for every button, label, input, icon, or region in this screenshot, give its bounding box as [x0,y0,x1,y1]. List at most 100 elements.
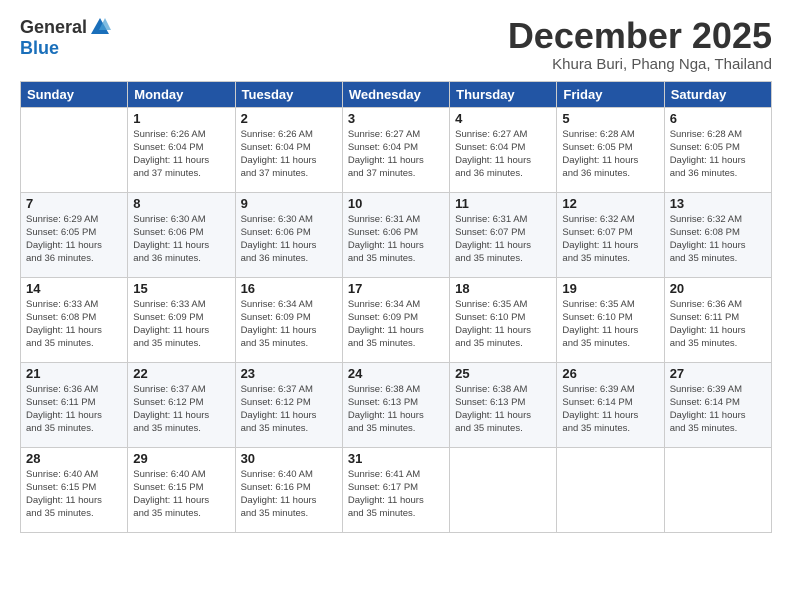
day-number: 8 [133,196,229,211]
table-row: 6 Sunrise: 6:28 AM Sunset: 6:05 PM Daylig… [664,107,771,192]
day-number: 14 [26,281,122,296]
table-row: 9 Sunrise: 6:30 AM Sunset: 6:06 PM Daylig… [235,192,342,277]
day-number: 4 [455,111,551,126]
cell-info: Sunrise: 6:36 AM Sunset: 6:11 PM Dayligh… [26,383,122,436]
day-number: 20 [670,281,766,296]
table-row: 24 Sunrise: 6:38 AM Sunset: 6:13 PM Dayli… [342,362,449,447]
day-number: 18 [455,281,551,296]
cell-info: Sunrise: 6:35 AM Sunset: 6:10 PM Dayligh… [455,298,551,351]
col-friday: Friday [557,81,664,107]
day-number: 7 [26,196,122,211]
day-number: 10 [348,196,444,211]
cell-info: Sunrise: 6:31 AM Sunset: 6:06 PM Dayligh… [348,213,444,266]
table-row: 30 Sunrise: 6:40 AM Sunset: 6:16 PM Dayli… [235,447,342,532]
table-row: 27Sunrise: 6:39 AM Sunset: 6:14 PM Dayli… [664,362,771,447]
day-number: 19 [562,281,658,296]
title-area: December 2025 Khura Buri, Phang Nga, Tha… [508,16,772,73]
header: General Blue December 2025 Khura Buri, P… [20,16,772,73]
cell-info: Sunrise: 6:27 AM Sunset: 6:04 PM Dayligh… [455,128,551,181]
cell-info: Sunrise: 6:36 AM Sunset: 6:11 PM Dayligh… [670,298,766,351]
table-row: 8 Sunrise: 6:30 AM Sunset: 6:06 PM Daylig… [128,192,235,277]
calendar-header-row: Sunday Monday Tuesday Wednesday Thursday… [21,81,772,107]
day-number: 12 [562,196,658,211]
calendar-week-row: 1 Sunrise: 6:26 AM Sunset: 6:04 PM Daylig… [21,107,772,192]
calendar: Sunday Monday Tuesday Wednesday Thursday… [20,81,772,533]
day-number: 5 [562,111,658,126]
col-monday: Monday [128,81,235,107]
table-row: 16 Sunrise: 6:34 AM Sunset: 6:09 PM Dayli… [235,277,342,362]
calendar-week-row: 14 Sunrise: 6:33 AM Sunset: 6:08 PM Dayli… [21,277,772,362]
cell-info: Sunrise: 6:40 AM Sunset: 6:16 PM Dayligh… [241,468,337,521]
logo-general: General [20,17,87,38]
table-row: 7Sunrise: 6:29 AM Sunset: 6:05 PM Daylig… [21,192,128,277]
day-number: 2 [241,111,337,126]
cell-info: Sunrise: 6:32 AM Sunset: 6:07 PM Dayligh… [562,213,658,266]
cell-info: Sunrise: 6:34 AM Sunset: 6:09 PM Dayligh… [241,298,337,351]
day-number: 15 [133,281,229,296]
cell-info: Sunrise: 6:30 AM Sunset: 6:06 PM Dayligh… [133,213,229,266]
cell-info: Sunrise: 6:32 AM Sunset: 6:08 PM Dayligh… [670,213,766,266]
calendar-week-row: 21 Sunrise: 6:36 AM Sunset: 6:11 PM Dayli… [21,362,772,447]
table-row: 15 Sunrise: 6:33 AM Sunset: 6:09 PM Dayli… [128,277,235,362]
table-row: 21 Sunrise: 6:36 AM Sunset: 6:11 PM Dayli… [21,362,128,447]
cell-info: Sunrise: 6:38 AM Sunset: 6:13 PM Dayligh… [348,383,444,436]
day-number: 1 [133,111,229,126]
table-row: 19 Sunrise: 6:35 AM Sunset: 6:10 PM Dayli… [557,277,664,362]
day-number: 29 [133,451,229,466]
day-number: 11 [455,196,551,211]
col-wednesday: Wednesday [342,81,449,107]
cell-info: Sunrise: 6:40 AM Sunset: 6:15 PM Dayligh… [133,468,229,521]
cell-info: Sunrise: 6:28 AM Sunset: 6:05 PM Dayligh… [562,128,658,181]
day-number: 16 [241,281,337,296]
cell-info: Sunrise: 6:39 AM Sunset: 6:14 PM Dayligh… [670,383,766,436]
table-row [450,447,557,532]
table-row: 11 Sunrise: 6:31 AM Sunset: 6:07 PM Dayli… [450,192,557,277]
cell-info: Sunrise: 6:37 AM Sunset: 6:12 PM Dayligh… [133,383,229,436]
day-number: 30 [241,451,337,466]
table-row: 14 Sunrise: 6:33 AM Sunset: 6:08 PM Dayli… [21,277,128,362]
day-number: 22 [133,366,229,381]
page: General Blue December 2025 Khura Buri, P… [0,0,792,612]
cell-info: Sunrise: 6:37 AM Sunset: 6:12 PM Dayligh… [241,383,337,436]
day-number: 9 [241,196,337,211]
col-sunday: Sunday [21,81,128,107]
table-row: 18 Sunrise: 6:35 AM Sunset: 6:10 PM Dayli… [450,277,557,362]
cell-info: Sunrise: 6:31 AM Sunset: 6:07 PM Dayligh… [455,213,551,266]
logo-icon [89,16,111,38]
day-number: 28 [26,451,122,466]
table-row: 13 Sunrise: 6:32 AM Sunset: 6:08 PM Dayli… [664,192,771,277]
table-row: 4 Sunrise: 6:27 AM Sunset: 6:04 PM Daylig… [450,107,557,192]
cell-info: Sunrise: 6:26 AM Sunset: 6:04 PM Dayligh… [241,128,337,181]
cell-info: Sunrise: 6:33 AM Sunset: 6:08 PM Dayligh… [26,298,122,351]
cell-info: Sunrise: 6:41 AM Sunset: 6:17 PM Dayligh… [348,468,444,521]
day-number: 25 [455,366,551,381]
table-row: 5 Sunrise: 6:28 AM Sunset: 6:05 PM Daylig… [557,107,664,192]
day-number: 6 [670,111,766,126]
cell-info: Sunrise: 6:35 AM Sunset: 6:10 PM Dayligh… [562,298,658,351]
table-row [557,447,664,532]
cell-info: Sunrise: 6:28 AM Sunset: 6:05 PM Dayligh… [670,128,766,181]
col-tuesday: Tuesday [235,81,342,107]
cell-info: Sunrise: 6:26 AM Sunset: 6:04 PM Dayligh… [133,128,229,181]
cell-info: Sunrise: 6:27 AM Sunset: 6:04 PM Dayligh… [348,128,444,181]
day-number: 17 [348,281,444,296]
cell-info: Sunrise: 6:33 AM Sunset: 6:09 PM Dayligh… [133,298,229,351]
col-thursday: Thursday [450,81,557,107]
cell-info: Sunrise: 6:30 AM Sunset: 6:06 PM Dayligh… [241,213,337,266]
col-saturday: Saturday [664,81,771,107]
day-number: 3 [348,111,444,126]
day-number: 21 [26,366,122,381]
table-row: 28Sunrise: 6:40 AM Sunset: 6:15 PM Dayli… [21,447,128,532]
table-row: 2 Sunrise: 6:26 AM Sunset: 6:04 PM Daylig… [235,107,342,192]
table-row: 23Sunrise: 6:37 AM Sunset: 6:12 PM Dayli… [235,362,342,447]
table-row: 29 Sunrise: 6:40 AM Sunset: 6:15 PM Dayli… [128,447,235,532]
subtitle: Khura Buri, Phang Nga, Thailand [508,56,772,73]
logo-blue: Blue [20,38,59,58]
table-row: 12 Sunrise: 6:32 AM Sunset: 6:07 PM Dayli… [557,192,664,277]
day-number: 24 [348,366,444,381]
table-row [664,447,771,532]
day-number: 31 [348,451,444,466]
day-number: 13 [670,196,766,211]
table-row: 20 Sunrise: 6:36 AM Sunset: 6:11 PM Dayli… [664,277,771,362]
cell-info: Sunrise: 6:38 AM Sunset: 6:13 PM Dayligh… [455,383,551,436]
